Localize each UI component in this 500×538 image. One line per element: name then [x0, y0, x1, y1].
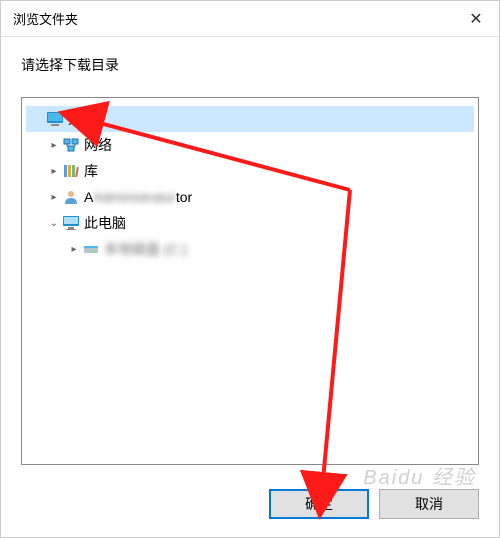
ok-button[interactable]: 确定: [269, 489, 369, 519]
spacer: [30, 111, 46, 127]
expander-icon[interactable]: ▸: [66, 241, 82, 257]
folder-tree[interactable]: 桌面 ▸ 网络 ▸ 库 ▸ AAdministratortor ⌄: [21, 97, 479, 465]
tree-label: 桌面: [68, 109, 96, 129]
expander-icon[interactable]: ▸: [46, 137, 62, 153]
tree-item-this-pc[interactable]: ⌄ 此电脑: [26, 210, 474, 236]
tree-item-network[interactable]: ▸ 网络: [26, 132, 474, 158]
library-icon: [62, 162, 80, 180]
network-icon: [62, 136, 80, 154]
tree-label: AAdministratortor: [84, 189, 192, 205]
tree-label: 网络: [84, 135, 112, 155]
tree-label: 库: [84, 161, 98, 181]
instruction-text: 请选择下载目录: [1, 37, 499, 83]
browse-folder-dialog: 浏览文件夹 ✕ 请选择下载目录 桌面 ▸ 网络 ▸ 库: [0, 0, 500, 538]
tree-item-drive[interactable]: ▸ 本地磁盘 (C:): [26, 236, 474, 262]
titlebar: 浏览文件夹 ✕: [1, 1, 499, 37]
drive-icon: [82, 240, 100, 258]
tree-item-library[interactable]: ▸ 库: [26, 158, 474, 184]
tree-item-user[interactable]: ▸ AAdministratortor: [26, 184, 474, 210]
dialog-title: 浏览文件夹: [13, 9, 78, 28]
pc-icon: [62, 214, 80, 232]
tree-label: 此电脑: [84, 213, 126, 233]
tree-label: 本地磁盘 (C:): [104, 239, 187, 259]
tree-root-desktop[interactable]: 桌面: [26, 106, 474, 132]
desktop-icon: [46, 110, 64, 128]
cancel-button[interactable]: 取消: [379, 489, 479, 519]
expander-icon[interactable]: ▸: [46, 163, 62, 179]
expander-icon[interactable]: ▸: [46, 189, 62, 205]
expander-icon[interactable]: ⌄: [46, 215, 62, 231]
button-bar: 确定 取消: [1, 475, 499, 537]
close-button[interactable]: ✕: [453, 1, 499, 37]
close-icon: ✕: [469, 9, 482, 29]
user-icon: [62, 188, 80, 206]
